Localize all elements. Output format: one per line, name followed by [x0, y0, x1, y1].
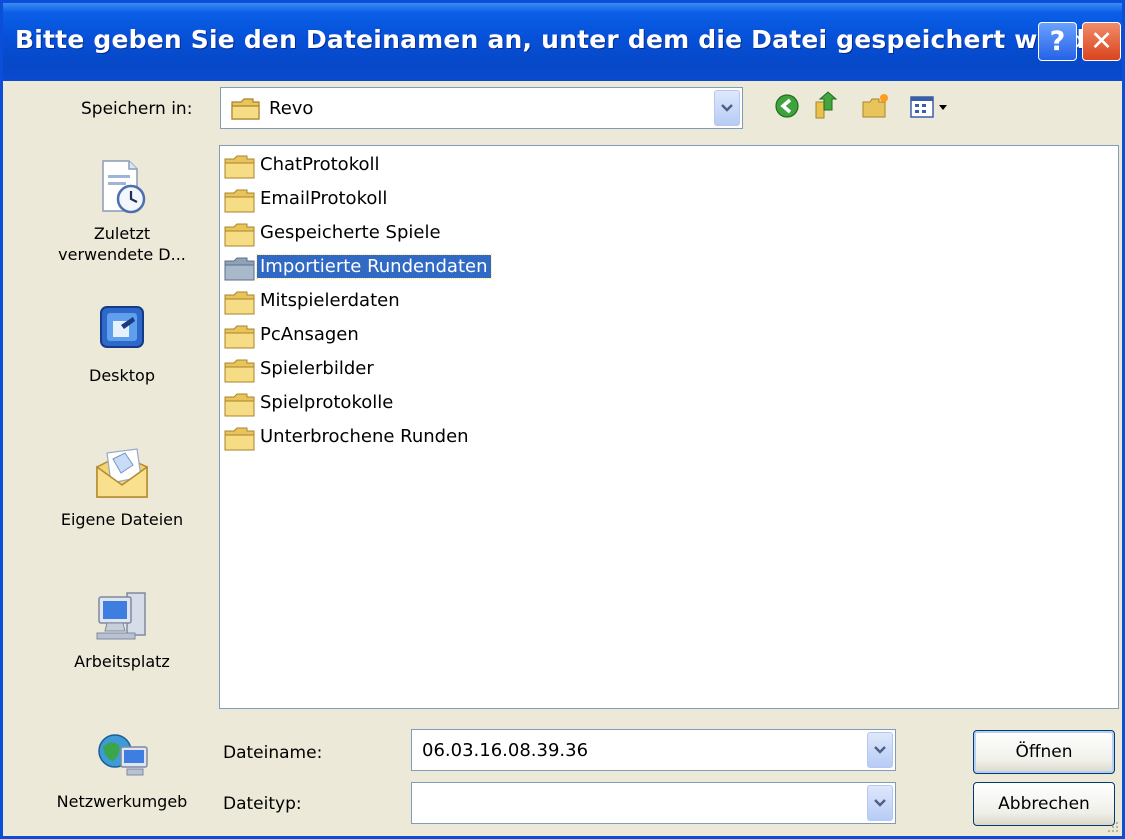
my-documents-icon — [96, 448, 148, 498]
list-item-label: Spielprotokolle — [260, 392, 394, 413]
folder-icon — [224, 291, 255, 315]
place-desktop-label: Desktop — [89, 366, 155, 385]
close-button[interactable]: ✕ — [1082, 22, 1121, 61]
save-in-value: Revo — [269, 98, 314, 119]
filetype-dropdown[interactable] — [411, 782, 896, 824]
view-menu-icon[interactable] — [909, 91, 953, 121]
cancel-button[interactable]: Abbrechen — [973, 782, 1115, 826]
list-item-label: PcAnsagen — [260, 324, 359, 345]
place-network[interactable]: Netzwerkumgeb — [36, 725, 208, 812]
place-my-documents[interactable]: Eigene Dateien — [36, 443, 208, 530]
chevron-down-icon — [721, 104, 733, 112]
recent-documents-icon — [102, 160, 146, 214]
filetype-label: Dateityp: — [223, 794, 302, 814]
filename-field[interactable]: 06.03.16.08.39.36 — [411, 729, 896, 771]
folder-icon — [224, 359, 255, 383]
folder-icon — [224, 257, 255, 281]
title-bar[interactable]: Bitte geben Sie den Dateinamen an, unter… — [3, 3, 1125, 81]
filename-value: 06.03.16.08.39.36 — [422, 740, 589, 761]
dialog-title: Bitte geben Sie den Dateinamen an, unter… — [15, 25, 1125, 54]
place-recent-label: Zuletzt verwendete D... — [58, 224, 186, 264]
up-folder-icon[interactable] — [813, 91, 841, 121]
help-button[interactable]: ? — [1038, 22, 1077, 61]
save-dialog: Bitte geben Sie den Dateinamen an, unter… — [0, 0, 1125, 839]
list-item-label: Unterbrochene Runden — [260, 426, 469, 447]
folder-icon — [224, 189, 255, 213]
file-list[interactable]: ChatProtokoll EmailProtokoll Gespeichert… — [219, 145, 1119, 709]
filetype-dropdown-arrow[interactable] — [867, 785, 893, 821]
chevron-down-icon — [874, 746, 886, 754]
list-item-label: Spielerbilder — [260, 358, 374, 379]
open-button[interactable]: Öffnen — [973, 730, 1115, 774]
list-item-label: Gespeicherte Spiele — [260, 222, 441, 243]
folder-icon — [224, 427, 255, 451]
place-my-documents-label: Eigene Dateien — [60, 510, 184, 529]
place-network-label: Netzwerkumgeb — [56, 792, 188, 811]
folder-icon — [224, 393, 255, 417]
save-in-label: Speichern in: — [81, 99, 193, 119]
places-bar: Zuletzt verwendete D... Desktop Eigene D… — [36, 147, 208, 830]
save-in-dropdown[interactable]: Revo — [220, 87, 743, 129]
folder-icon — [224, 155, 255, 179]
filename-dropdown-arrow[interactable] — [867, 732, 893, 768]
list-item-label: Importierte Rundendaten — [256, 254, 492, 279]
place-my-computer-label: Arbeitsplatz — [74, 652, 170, 671]
folder-icon — [224, 223, 255, 247]
save-in-dropdown-arrow[interactable] — [714, 90, 740, 126]
resize-grip-icon[interactable] — [1106, 820, 1120, 834]
folder-icon — [231, 98, 260, 120]
new-folder-icon[interactable] — [861, 91, 889, 121]
list-item-label: Mitspielerdaten — [260, 290, 400, 311]
filename-label: Dateiname: — [223, 743, 323, 763]
folder-icon — [224, 325, 255, 349]
my-computer-icon — [96, 592, 146, 640]
place-my-computer[interactable]: Arbeitsplatz — [36, 585, 208, 672]
list-item-label: EmailProtokoll — [260, 188, 388, 209]
back-icon[interactable] — [773, 91, 801, 121]
desktop-icon — [100, 306, 144, 348]
network-icon — [98, 734, 148, 776]
place-recent[interactable]: Zuletzt verwendete D... — [36, 157, 208, 265]
list-item-label: ChatProtokoll — [260, 154, 380, 175]
chevron-down-icon — [874, 799, 886, 807]
place-desktop[interactable]: Desktop — [36, 299, 208, 386]
